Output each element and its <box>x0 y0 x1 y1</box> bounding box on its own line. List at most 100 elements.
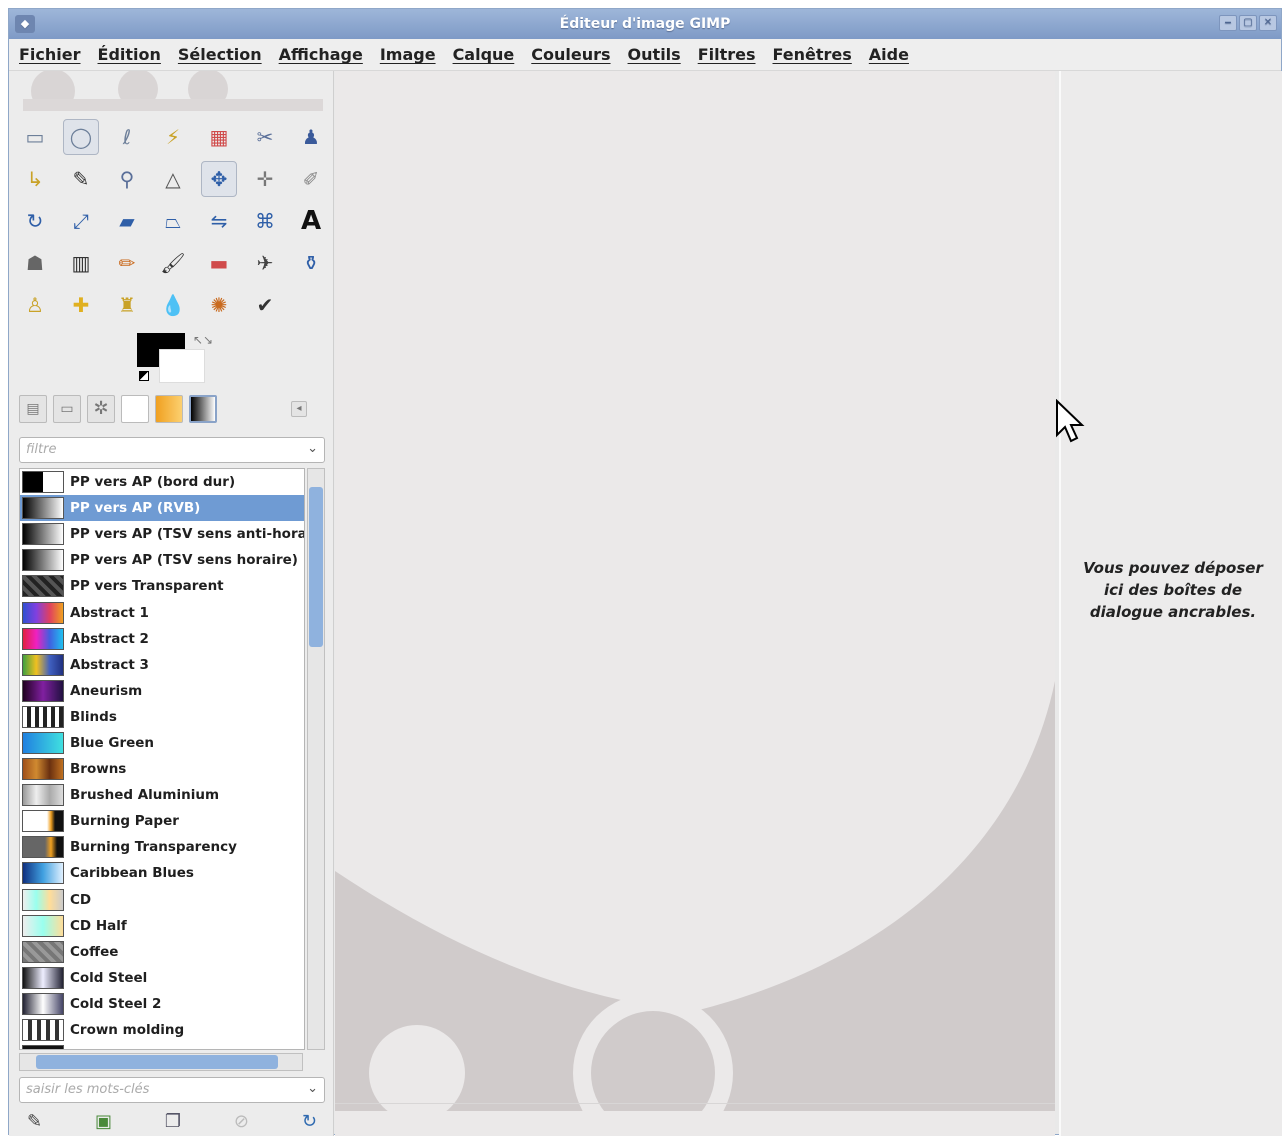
gradient-row[interactable]: Blue Green <box>20 730 304 756</box>
gimp-app-icon[interactable]: ◆ <box>15 15 35 33</box>
smudge-icon[interactable]: 💧 <box>155 287 191 323</box>
gradient-row[interactable]: Burning Paper <box>20 808 304 834</box>
device-status-icon[interactable]: ▭ <box>53 395 81 423</box>
gradient-row[interactable]: Burning Transparency <box>20 834 304 860</box>
cage-transform-icon[interactable]: ⌘ <box>247 203 283 239</box>
gradient-row[interactable]: Browns <box>20 756 304 782</box>
scrollbar-thumb[interactable] <box>309 487 323 647</box>
edit-gradient-icon[interactable]: ✎ <box>27 1111 42 1136</box>
gradients-orange-icon[interactable] <box>155 395 183 423</box>
gradient-row[interactable] <box>20 1043 304 1049</box>
gradient-row[interactable]: Cold Steel <box>20 965 304 991</box>
minimize-icon[interactable]: ‒ <box>1219 15 1237 31</box>
gradient-row[interactable]: PP vers AP (RVB) <box>20 495 304 522</box>
crop-icon[interactable]: ✐ <box>293 161 329 197</box>
chevron-down-icon[interactable]: ⌄ <box>307 441 318 456</box>
pencil-icon[interactable]: ✏ <box>109 245 145 281</box>
scrollbar-thumb[interactable] <box>36 1055 278 1069</box>
duplicate-gradient-icon[interactable]: ❐ <box>165 1111 181 1136</box>
perspective-clone-icon[interactable]: ♜ <box>109 287 145 323</box>
default-colors-icon[interactable] <box>139 371 149 381</box>
menu-fichier[interactable]: Fichier <box>19 45 81 64</box>
gradient-filter-input[interactable]: filtre ⌄ <box>19 437 325 463</box>
menu-image[interactable]: Image <box>380 45 436 64</box>
shear-icon[interactable]: ▰ <box>109 203 145 239</box>
menu-selection[interactable]: Sélection <box>178 45 262 64</box>
horizontal-scrollbar[interactable] <box>19 1053 303 1071</box>
menu-outils[interactable]: Outils <box>628 45 681 64</box>
rotate-icon[interactable]: ↻ <box>17 203 53 239</box>
gradient-row[interactable]: Abstract 3 <box>20 652 304 678</box>
blend-icon[interactable]: ▥ <box>63 245 99 281</box>
swap-colors-icon[interactable]: ↖↘ <box>193 333 213 347</box>
vertical-scrollbar[interactable] <box>307 468 325 1050</box>
paintbrush-icon[interactable]: 🖌 <box>155 245 191 281</box>
bucket-fill-icon[interactable]: ☗ <box>17 245 53 281</box>
delete-gradient-icon[interactable]: ⊘ <box>234 1111 249 1136</box>
chevron-down-icon[interactable]: ⌄ <box>307 1081 318 1096</box>
background-color[interactable] <box>159 349 205 383</box>
new-gradient-icon[interactable]: ▣ <box>95 1111 112 1136</box>
measure-icon[interactable]: △ <box>155 161 191 197</box>
empty-dock-area[interactable]: Vous pouvez déposer ici des boîtes de di… <box>1059 71 1282 1136</box>
menu-affichage[interactable]: Affichage <box>279 45 363 64</box>
menu-fenetres[interactable]: Fenêtres <box>773 45 852 64</box>
flip-icon[interactable]: ⇋ <box>201 203 237 239</box>
fuzzy-select-icon[interactable]: ⚡ <box>155 119 191 155</box>
menu-calque[interactable]: Calque <box>453 45 515 64</box>
dock-menu-icon[interactable]: ◂ <box>291 401 307 417</box>
gradient-row[interactable]: Blinds <box>20 704 304 730</box>
gradient-row[interactable]: Coffee <box>20 939 304 965</box>
airbrush-icon[interactable]: ✈ <box>247 245 283 281</box>
rect-select-icon[interactable]: ▭ <box>17 119 53 155</box>
patterns-icon[interactable] <box>121 395 149 423</box>
gradient-row[interactable]: Aneurism <box>20 678 304 704</box>
gradient-row[interactable]: CD <box>20 887 304 913</box>
image-canvas-area[interactable] <box>335 71 1055 1136</box>
paths-icon[interactable]: ↳ <box>17 161 53 197</box>
gradient-row[interactable]: PP vers AP (TSV sens anti-horaire) <box>20 521 304 547</box>
gradient-row[interactable]: Abstract 1 <box>20 599 304 625</box>
menu-couleurs[interactable]: Couleurs <box>531 45 610 64</box>
heal-icon[interactable]: ✚ <box>63 287 99 323</box>
color-select-icon[interactable]: ▦ <box>201 119 237 155</box>
gradient-row[interactable]: PP vers AP (TSV sens horaire) <box>20 547 304 573</box>
clone-icon[interactable]: ♙ <box>17 287 53 323</box>
free-select-icon[interactable]: ℓ <box>109 119 145 155</box>
tag-input[interactable]: saisir les mots-clés ⌄ <box>19 1077 325 1103</box>
gradient-row[interactable]: Abstract 2 <box>20 626 304 652</box>
close-icon[interactable]: ✕ <box>1259 15 1277 31</box>
brushes-icon[interactable]: ✲ <box>87 395 115 423</box>
title-bar[interactable]: ◆ Éditeur d'image GIMP ‒ ▢ ✕ <box>9 9 1281 39</box>
gradient-list[interactable]: PP vers AP (bord dur) PP vers AP (RVB) PP … <box>19 468 305 1050</box>
gradient-label: Cold Steel 2 <box>70 995 162 1012</box>
menu-aide[interactable]: Aide <box>869 45 909 64</box>
refresh-gradients-icon[interactable]: ↻ <box>302 1111 317 1136</box>
dodge-burn-icon[interactable]: ✔ <box>247 287 283 323</box>
perspective-icon[interactable]: ⏢ <box>155 203 191 239</box>
gradient-row[interactable]: Caribbean Blues <box>20 860 304 886</box>
menu-edition[interactable]: Édition <box>98 45 161 64</box>
gradient-row[interactable]: CD Half <box>20 913 304 939</box>
zoom-icon[interactable]: ⚲ <box>109 161 145 197</box>
scale-icon[interactable]: ⤢ <box>63 203 99 239</box>
blur-icon[interactable]: ✺ <box>201 287 237 323</box>
gradient-row[interactable]: PP vers AP (bord dur) <box>20 469 304 495</box>
gradient-row[interactable]: PP vers Transparent <box>20 573 304 599</box>
maximize-icon[interactable]: ▢ <box>1239 15 1257 31</box>
gradient-row[interactable]: Crown molding <box>20 1017 304 1043</box>
ellipse-select-icon[interactable]: ◯ <box>63 119 99 155</box>
color-picker-icon[interactable]: ✎ <box>63 161 99 197</box>
gradient-row[interactable]: Cold Steel 2 <box>20 991 304 1017</box>
foreground-select-icon[interactable]: ♟ <box>293 119 329 155</box>
tool-options-icon[interactable]: ▤ <box>19 395 47 423</box>
align-icon[interactable]: ✛ <box>247 161 283 197</box>
move-icon[interactable]: ✥ <box>201 161 237 197</box>
scissors-icon[interactable]: ✂ <box>247 119 283 155</box>
gradients-icon[interactable] <box>189 395 217 423</box>
eraser-icon[interactable]: ▬ <box>201 245 237 281</box>
text-icon[interactable]: A <box>293 203 329 239</box>
gradient-row[interactable]: Brushed Aluminium <box>20 782 304 808</box>
menu-filtres[interactable]: Filtres <box>698 45 756 64</box>
ink-icon[interactable]: ⚱ <box>293 245 329 281</box>
